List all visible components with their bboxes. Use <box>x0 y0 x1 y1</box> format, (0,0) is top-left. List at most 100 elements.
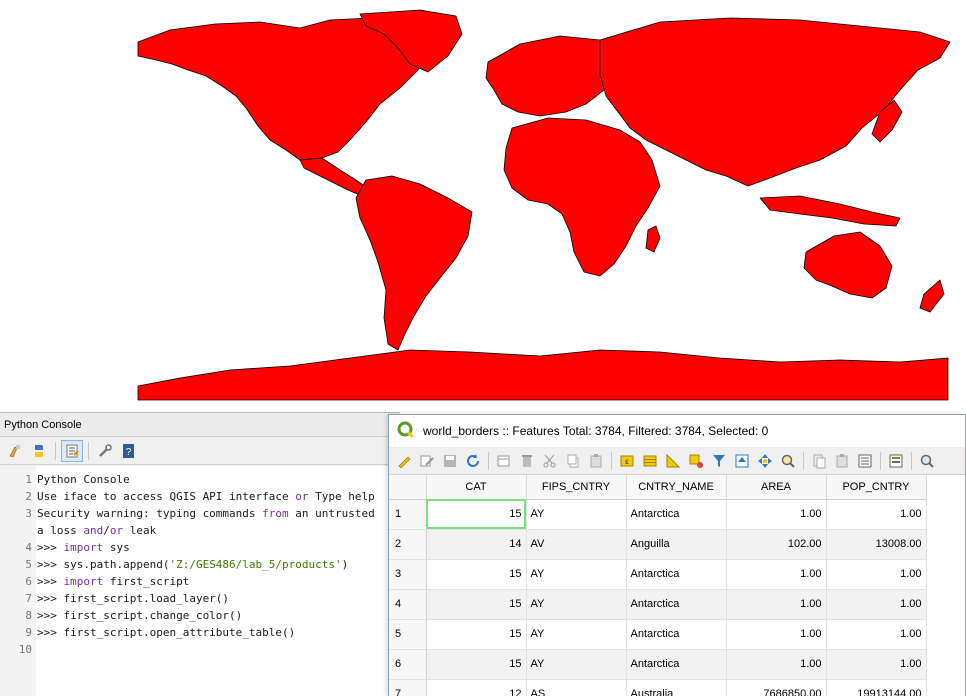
deselect-all-icon[interactable] <box>685 450 707 472</box>
cell-fips-cntry[interactable]: AY <box>526 619 627 650</box>
cell-area[interactable]: 7686850.00 <box>726 679 827 696</box>
select-all-icon[interactable] <box>639 450 661 472</box>
row-header[interactable]: 1 <box>389 499 427 530</box>
table-row[interactable]: 4 15 AY Antarctica 1.00 1.00 <box>389 589 927 620</box>
north-america-landmass <box>137 17 431 161</box>
filter-icon[interactable] <box>708 450 730 472</box>
clear-console-icon[interactable] <box>4 440 26 462</box>
attribute-table-toolbar: ε <box>389 447 965 475</box>
paste-rows-icon[interactable] <box>831 450 853 472</box>
cell-pop-cntry[interactable]: 1.00 <box>826 499 927 530</box>
line-number: 6 <box>25 575 32 588</box>
table-row[interactable]: 5 15 AY Antarctica 1.00 1.00 <box>389 619 927 650</box>
multi-edit-icon[interactable] <box>416 450 438 472</box>
cell-pop-cntry[interactable]: 1.00 <box>826 649 927 680</box>
table-row[interactable]: 3 15 AY Antarctica 1.00 1.00 <box>389 559 927 590</box>
copy-rows-icon[interactable] <box>808 450 830 472</box>
cut-icon[interactable] <box>539 450 561 472</box>
conditional-formatting-icon[interactable] <box>885 450 907 472</box>
cell-cat[interactable]: 15 <box>426 619 527 650</box>
text-token: an untrusted <box>288 507 375 520</box>
cell-fips-cntry[interactable]: AY <box>526 649 627 680</box>
cell-fips-cntry[interactable]: AS <box>526 679 627 696</box>
attribute-table: CAT FIPS_CNTRY CNTRY_NAME AREA POP_CNTRY… <box>389 475 927 696</box>
move-selection-to-top-icon[interactable] <box>731 450 753 472</box>
column-header-area[interactable]: AREA <box>726 475 827 500</box>
text-token: >>> sys.path.append( <box>37 558 170 571</box>
copy-icon[interactable] <box>562 450 584 472</box>
table-row[interactable]: 1 15 AY Antarctica 1.00 1.00 <box>389 499 927 530</box>
cell-pop-cntry[interactable]: 13008.00 <box>826 529 927 560</box>
line-number: 9 <box>25 626 32 639</box>
corner-cell[interactable] <box>389 475 427 500</box>
reload-icon[interactable] <box>462 450 484 472</box>
field-calculator-icon[interactable] <box>854 450 876 472</box>
cell-fips-cntry[interactable]: AY <box>526 589 627 620</box>
console-line: >>> first_script.change_color() <box>37 607 400 624</box>
cell-cntry-name[interactable]: Australia <box>626 679 727 696</box>
cell-cntry-name[interactable]: Antarctica <box>626 499 727 530</box>
console-output[interactable]: Python Console Use iface to access QGIS A… <box>36 466 400 696</box>
table-row[interactable]: 6 15 AY Antarctica 1.00 1.00 <box>389 649 927 680</box>
row-header[interactable]: 5 <box>389 619 427 650</box>
indonesia-landmass <box>759 195 901 227</box>
row-header[interactable]: 2 <box>389 529 427 560</box>
cell-pop-cntry[interactable]: 1.00 <box>826 619 927 650</box>
cell-fips-cntry[interactable]: AY <box>526 559 627 590</box>
cell-cntry-name[interactable]: Antarctica <box>626 559 727 590</box>
column-header-fips-cntry[interactable]: FIPS_CNTRY <box>526 475 627 500</box>
cell-fips-cntry[interactable]: AY <box>526 499 627 530</box>
row-header[interactable]: 7 <box>389 679 427 696</box>
map-canvas[interactable] <box>0 0 966 412</box>
keyword-token: from <box>262 507 289 520</box>
row-header[interactable]: 4 <box>389 589 427 620</box>
zoom-to-selected-icon[interactable] <box>777 450 799 472</box>
cell-cntry-name[interactable]: Antarctica <box>626 649 727 680</box>
cell-pop-cntry[interactable]: 19913144.00 <box>826 679 927 696</box>
keyword-token: import <box>63 541 104 554</box>
cell-cntry-name[interactable]: Antarctica <box>626 619 727 650</box>
select-by-expression-icon[interactable]: ε <box>616 450 638 472</box>
cell-area[interactable]: 102.00 <box>726 529 827 560</box>
cell-cat[interactable]: 15 <box>426 499 527 530</box>
column-header-cntry-name[interactable]: CNTRY_NAME <box>626 475 727 500</box>
keyword-token: or <box>295 490 309 503</box>
python-console-editor[interactable]: 1 2 3 4 5 6 7 8 9 10 Python Console Use iface to a… <box>0 466 400 696</box>
cell-pop-cntry[interactable]: 1.00 <box>826 589 927 620</box>
cell-cat[interactable]: 15 <box>426 649 527 680</box>
cell-cat[interactable]: 14 <box>426 529 527 560</box>
settings-icon[interactable] <box>94 440 116 462</box>
paste-icon[interactable] <box>585 450 607 472</box>
help-icon[interactable]: ? <box>118 440 140 462</box>
pan-to-selected-icon[interactable] <box>754 450 776 472</box>
add-feature-icon[interactable] <box>493 450 515 472</box>
console-line: Security warning: typing commands from a… <box>37 505 400 522</box>
table-row[interactable]: 7 12 AS Australia 7686850.00 19913144.00 <box>389 679 927 696</box>
row-header[interactable]: 3 <box>389 559 427 590</box>
cell-pop-cntry[interactable]: 1.00 <box>826 559 927 590</box>
cell-cat[interactable]: 12 <box>426 679 527 696</box>
cell-cntry-name[interactable]: Antarctica <box>626 589 727 620</box>
table-row[interactable]: 2 14 AV Anguilla 102.00 13008.00 <box>389 529 927 560</box>
show-editor-icon[interactable] <box>61 439 83 462</box>
cell-area[interactable]: 1.00 <box>726 559 827 590</box>
column-header-pop-cntry[interactable]: POP_CNTRY <box>826 475 927 500</box>
cell-area[interactable]: 1.00 <box>726 499 827 530</box>
cell-fips-cntry[interactable]: AV <box>526 529 627 560</box>
cell-cat[interactable]: 15 <box>426 559 527 590</box>
attribute-table-grid[interactable]: CAT FIPS_CNTRY CNTRY_NAME AREA POP_CNTRY… <box>389 475 965 696</box>
cell-cntry-name[interactable]: Anguilla <box>626 529 727 560</box>
cell-area[interactable]: 1.00 <box>726 649 827 680</box>
text-token: Type help <box>308 490 375 503</box>
run-command-icon[interactable] <box>28 440 50 462</box>
column-header-cat[interactable]: CAT <box>426 475 527 500</box>
cell-area[interactable]: 1.00 <box>726 589 827 620</box>
cell-cat[interactable]: 15 <box>426 589 527 620</box>
delete-feature-icon[interactable] <box>516 450 538 472</box>
cell-area[interactable]: 1.00 <box>726 619 827 650</box>
toggle-editing-icon[interactable] <box>393 450 415 472</box>
row-header[interactable]: 6 <box>389 649 427 680</box>
dock-zoom-icon[interactable] <box>916 450 938 472</box>
save-edits-icon[interactable] <box>439 450 461 472</box>
invert-selection-icon[interactable] <box>662 450 684 472</box>
